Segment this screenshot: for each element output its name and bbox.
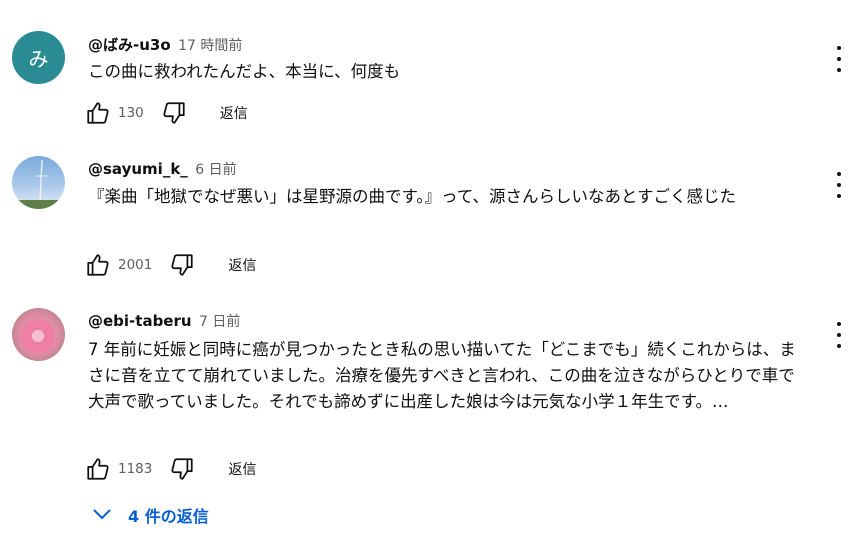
comment-actions: 130 返信 <box>84 98 248 128</box>
more-vert-icon[interactable] <box>832 46 846 72</box>
avatar[interactable] <box>12 156 65 209</box>
author-name[interactable]: @sayumi_k_ <box>88 160 188 178</box>
timestamp[interactable]: 7 日前 <box>199 314 240 330</box>
comment-header: @sayumi_k_ 6 日前 <box>88 159 237 179</box>
more-vert-icon[interactable] <box>832 322 846 348</box>
comment-text: 7 年前に妊娠と同時に癌が見つかったとき私の思い描いてた「どこまでも」続くこれか… <box>88 340 796 411</box>
reply-button[interactable]: 返信 <box>220 103 248 123</box>
replies-label: 4 件の返信 <box>128 507 209 526</box>
comment-text: この曲に救われたんだよ、本当に、何度も <box>88 62 401 81</box>
thumb-up-icon[interactable] <box>84 99 112 127</box>
comment-text: 『楽曲「地獄でなぜ悪い」は星野源の曲です。』って、源さんらしいなあとすごく感じた <box>88 187 736 206</box>
timestamp[interactable]: 17 時間前 <box>178 38 242 54</box>
more-vert-icon[interactable] <box>832 172 846 198</box>
comment-header: @ばみ-u3o 17 時間前 <box>88 34 242 55</box>
thumb-up-icon[interactable] <box>84 251 112 279</box>
like-count: 2001 <box>118 257 153 273</box>
thumb-down-icon[interactable] <box>168 251 196 279</box>
avatar[interactable] <box>12 308 65 361</box>
thumb-up-icon[interactable] <box>84 455 112 483</box>
avatar-letter: み <box>28 47 49 71</box>
timestamp[interactable]: 6 日前 <box>195 162 236 178</box>
chevron-down-icon <box>92 506 112 525</box>
like-count: 130 <box>118 105 144 121</box>
view-replies-button[interactable]: 4 件の返信 <box>92 503 209 527</box>
comment-actions: 1183 返信 <box>84 454 256 484</box>
thumb-down-icon[interactable] <box>168 455 196 483</box>
like-count: 1183 <box>118 461 153 477</box>
comment-actions: 2001 返信 <box>84 250 256 280</box>
author-name[interactable]: @ebi-taberu <box>88 312 192 330</box>
reply-button[interactable]: 返信 <box>228 459 256 479</box>
thumb-down-icon[interactable] <box>160 99 188 127</box>
avatar[interactable]: み <box>12 31 65 84</box>
reply-button[interactable]: 返信 <box>228 255 256 275</box>
comment-header: @ebi-taberu 7 日前 <box>88 311 240 331</box>
author-name[interactable]: @ばみ-u3o <box>88 36 171 54</box>
